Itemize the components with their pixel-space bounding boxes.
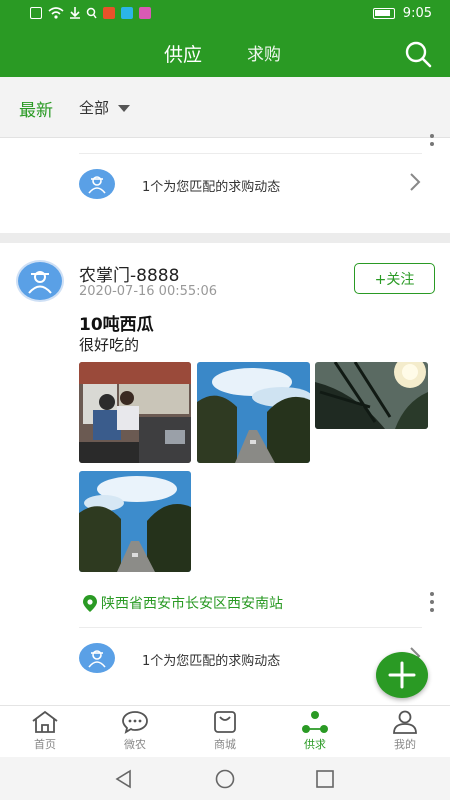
nav-wechat[interactable]: 微农 <box>90 710 180 752</box>
match-demand-row[interactable]: 1个为您匹配的求购动态 <box>79 627 422 689</box>
home-circle-icon[interactable] <box>214 769 236 789</box>
nav-supply-demand[interactable]: 供求 <box>270 710 360 752</box>
tab-supply[interactable]: 供应 <box>164 40 202 67</box>
status-bar: 9:05 <box>0 0 450 30</box>
recent-apps-icon[interactable] <box>315 769 335 789</box>
nav-mall-label: 商城 <box>214 738 236 751</box>
nav-wechat-label: 微农 <box>124 738 146 751</box>
location-pin-icon <box>83 594 97 612</box>
nav-mall[interactable]: 商城 <box>180 710 270 752</box>
search-icon[interactable] <box>404 40 432 68</box>
nav-supply-demand-label: 供求 <box>304 738 326 751</box>
back-icon[interactable] <box>114 769 134 789</box>
app-badge-icon <box>139 7 151 19</box>
battery-icon <box>372 8 395 19</box>
search-notify-icon <box>86 7 97 19</box>
post-photo[interactable] <box>315 362 428 429</box>
nav-home-label: 首页 <box>34 738 56 751</box>
top-bar: 供应 求购 <box>0 30 450 77</box>
match-demand-text: 1个为您匹配的求购动态 <box>142 180 281 195</box>
download-icon <box>70 7 80 19</box>
post-photo[interactable] <box>79 471 191 572</box>
status-time: 9:05 <box>402 6 432 21</box>
system-nav-bar <box>0 757 450 800</box>
post-description: 很好吃的 <box>79 336 140 354</box>
follow-button[interactable]: +关注 <box>354 263 435 294</box>
post-photo[interactable] <box>197 362 310 463</box>
app-badge-icon <box>121 7 133 19</box>
nav-home[interactable]: 首页 <box>0 710 90 752</box>
post-timestamp: 2020-07-16 00:55:06 <box>79 284 218 299</box>
network-icon <box>302 711 328 733</box>
post-photo[interactable] <box>79 362 191 463</box>
match-demand-text: 1个为您匹配的求购动态 <box>142 654 281 669</box>
feed-card: 1个为您匹配的求购动态 <box>0 134 450 233</box>
chevron-right-icon[interactable] <box>408 172 422 192</box>
chevron-down-icon[interactable] <box>118 105 130 112</box>
plus-icon <box>388 661 416 689</box>
location-text: 陕西省西安市长安区西安南站 <box>101 596 283 612</box>
add-post-button[interactable] <box>376 652 428 698</box>
farmer-avatar-icon <box>79 643 115 673</box>
farmer-avatar-icon <box>79 169 115 199</box>
post-title: 10吨西瓜 <box>79 315 154 335</box>
wifi-icon <box>48 7 64 19</box>
more-options-icon[interactable] <box>430 134 434 150</box>
chat-bubble-icon <box>122 711 148 734</box>
more-options-icon[interactable] <box>430 592 434 616</box>
filter-bar: 最新 全部 <box>0 77 450 138</box>
nav-mine-label: 我的 <box>394 738 416 751</box>
shopping-bag-icon <box>214 711 236 733</box>
user-avatar[interactable] <box>16 260 64 302</box>
user-icon <box>393 710 417 734</box>
nav-mine[interactable]: 我的 <box>360 710 450 752</box>
tab-demand[interactable]: 求购 <box>247 40 281 65</box>
home-icon <box>32 710 58 733</box>
match-demand-row[interactable]: 1个为您匹配的求购动态 <box>79 153 422 215</box>
filter-latest[interactable]: 最新 <box>19 96 53 121</box>
app-badge-icon <box>103 7 115 19</box>
feed-card: 农掌门-8888 2020-07-16 00:55:06 +关注 10吨西瓜 很… <box>0 243 450 705</box>
post-location[interactable]: 陕西省西安市长安区西安南站 <box>83 593 283 613</box>
post-username[interactable]: 农掌门-8888 <box>79 261 179 286</box>
bottom-nav: 首页 微农 商城 供求 我的 <box>0 705 450 757</box>
filter-all-dropdown[interactable]: 全部 <box>79 97 109 118</box>
sim-icon <box>30 7 42 19</box>
